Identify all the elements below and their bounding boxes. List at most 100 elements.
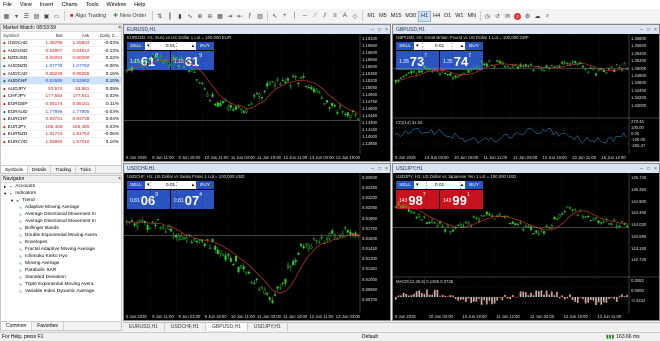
- community-icon[interactable]: ☁: [533, 11, 542, 22]
- timeframe-h4[interactable]: H4: [431, 11, 442, 22]
- col-ask[interactable]: Ask: [64, 32, 92, 40]
- templates-icon[interactable]: ▥: [255, 11, 264, 22]
- close-icon[interactable]: ×: [383, 166, 390, 172]
- minimize-icon[interactable]: –: [369, 166, 376, 172]
- close-icon[interactable]: ×: [652, 166, 659, 172]
- minimize-icon[interactable]: –: [369, 27, 376, 33]
- price-chart[interactable]: [393, 173, 660, 321]
- close-icon[interactable]: ×: [383, 27, 390, 33]
- depth-of-market-icon[interactable]: ⇅: [155, 11, 164, 22]
- chart-window-1[interactable]: GBPUSD,H1– □ × GBPUSD, H1: Great Britain Po…: [392, 24, 660, 162]
- menu-file[interactable]: File: [3, 2, 12, 8]
- navigator-item[interactable]: ∿ Average Directional Movement In: [1, 211, 121, 218]
- menu-tools[interactable]: Tools: [86, 2, 99, 8]
- chart-titlebar[interactable]: USDCHF,H1 – □ ×: [124, 164, 390, 173]
- minimize-icon[interactable]: –: [638, 27, 645, 33]
- tab-details[interactable]: Details: [28, 166, 52, 173]
- chart-titlebar[interactable]: GBPUSD,H1 – □ ×: [393, 25, 659, 34]
- timeframe-m30[interactable]: M30: [403, 11, 418, 22]
- notifications-badge[interactable]: 2: [513, 11, 522, 22]
- table-row[interactable]: ◆ AUDJPY 93.574 93.581 0.09%: [1, 84, 121, 93]
- chart-titlebar[interactable]: USDJPY,H1 – □ ×: [393, 164, 659, 173]
- tab-ticks[interactable]: Ticks: [76, 166, 96, 173]
- timeframe-w1[interactable]: W1: [453, 11, 465, 22]
- indicators-icon[interactable]: ƒ: [245, 11, 254, 22]
- chart-tab-eurusd[interactable]: EURUSD,H1: [123, 323, 165, 331]
- maximize-icon[interactable]: □: [376, 166, 383, 172]
- navigator-item[interactable]: ∿ Ichimoku Kinko Hyo: [1, 253, 121, 260]
- table-row[interactable]: ◆ AUDUSD 0.64907 0.64912 -0.13%: [1, 46, 121, 55]
- col-daily-change[interactable]: Daily C...: [91, 32, 121, 40]
- maximize-icon[interactable]: □: [376, 27, 383, 33]
- menu-view[interactable]: View: [20, 2, 32, 8]
- navigator-icon[interactable]: ▤: [32, 11, 41, 22]
- navigator-item[interactable]: ▸ ▪ Accounts: [1, 183, 121, 190]
- autoscroll-icon[interactable]: ⇥: [225, 11, 234, 22]
- profiles-icon[interactable]: ▾: [12, 11, 21, 22]
- table-row[interactable]: ◆ EURNZD 1.91741 1.91764 -0.06%: [1, 130, 121, 139]
- table-row[interactable]: ◆ EURAUD 1.77896 1.77905 -0.03%: [1, 107, 121, 116]
- maximize-icon[interactable]: □: [645, 27, 652, 33]
- tab-trading[interactable]: Trading: [51, 166, 77, 173]
- trendline-icon[interactable]: ⟋: [310, 11, 319, 22]
- table-row[interactable]: ◆ AUDCHF 0.52686 0.52692 0.10%: [1, 76, 121, 86]
- menu-insert[interactable]: Insert: [40, 2, 54, 8]
- timeframe-mn[interactable]: MN: [465, 11, 478, 22]
- col-symbol[interactable]: Symbol: [1, 32, 38, 40]
- candlestick-icon[interactable]: ▮: [175, 11, 184, 22]
- terminal-icon[interactable]: ▭: [52, 11, 61, 22]
- mailbox-icon[interactable]: ✉: [503, 11, 512, 22]
- chart-window-0[interactable]: EURUSD,H1– □ × EURUSD, H1: Euro vs US Dolla…: [123, 24, 391, 162]
- menu-charts[interactable]: Charts: [61, 2, 77, 8]
- close-icon[interactable]: ×: [118, 176, 121, 182]
- market-watch-icon[interactable]: ☰: [22, 11, 31, 22]
- navigator-item[interactable]: ∿ Standard Deviation: [1, 274, 121, 281]
- navigator-item[interactable]: ∿ Bollinger Bands: [1, 225, 121, 232]
- vertical-line-icon[interactable]: │: [290, 11, 299, 22]
- tile-windows-icon[interactable]: ▦: [215, 11, 224, 22]
- table-row[interactable]: ◆ EURGBP 0.85174 0.85181 0.11%: [1, 99, 121, 108]
- close-icon[interactable]: ×: [652, 27, 659, 33]
- table-row[interactable]: ◆ EURCHF 0.93731 0.93738 0.04%: [1, 114, 121, 124]
- new-order-button[interactable]: ✚ New Order: [110, 11, 149, 22]
- data-window-icon[interactable]: ▣: [42, 11, 51, 22]
- collapse-icon[interactable]: ▾: [11, 198, 13, 204]
- menu-window[interactable]: Window: [107, 2, 127, 8]
- cursor-icon[interactable]: ↖: [270, 11, 279, 22]
- chart-tab-usdchf[interactable]: USDCHF,H1: [165, 323, 206, 331]
- tab-favorites[interactable]: Favorites: [32, 322, 64, 330]
- price-chart[interactable]: [393, 34, 660, 162]
- bar-chart-icon[interactable]: ┃: [165, 11, 174, 22]
- navigator-item[interactable]: ∿ Average Directional Movement In: [1, 218, 121, 225]
- fibonacci-icon[interactable]: ≡: [330, 11, 339, 22]
- crosshair-icon[interactable]: +: [280, 11, 289, 22]
- timeframe-h1[interactable]: H1: [418, 10, 432, 22]
- equidistant-channel-icon[interactable]: ⫽: [320, 11, 329, 22]
- collapse-icon[interactable]: ▾: [4, 191, 6, 197]
- table-row[interactable]: ◆ AUDNZD 1.07778 1.07792 -0.00%: [1, 61, 121, 70]
- expand-icon[interactable]: ▸: [4, 184, 6, 190]
- tab-symbols[interactable]: Symbols: [1, 166, 28, 173]
- navigator-item[interactable]: ∿ Variable Index Dynamic Average: [1, 288, 121, 295]
- history-icon[interactable]: ↺: [493, 11, 502, 22]
- algo-trading-button[interactable]: ■ Algo Trading: [67, 11, 109, 22]
- navigator-item[interactable]: ∿ Triple Exponential Moving Avera: [1, 281, 121, 288]
- maximize-icon[interactable]: □: [645, 166, 652, 172]
- table-row[interactable]: ◆ EURCAD 1.56994 1.57010 0.10%: [1, 137, 121, 146]
- timeframe-m5[interactable]: M5: [377, 11, 389, 22]
- search-icon[interactable]: ⌕: [543, 11, 552, 22]
- zoom-out-icon[interactable]: ⊖: [205, 11, 214, 22]
- chart-tab-gbpusd[interactable]: GBPUSD,H1: [205, 323, 248, 331]
- navigator-item[interactable]: ∿ Envelopes: [1, 239, 121, 246]
- navigator-item[interactable]: ∿ Double Exponential Moving Avera: [1, 232, 121, 239]
- price-chart[interactable]: [124, 173, 391, 321]
- menu-help[interactable]: Help: [134, 2, 145, 8]
- col-bid[interactable]: Bid: [37, 32, 65, 40]
- navigator-item[interactable]: ∿ Fractal Adaptive Moving Average: [1, 246, 121, 253]
- tab-common[interactable]: Common: [1, 322, 33, 330]
- table-row[interactable]: ◆ EURJPY 166.469 166.480 0.03%: [1, 122, 121, 131]
- horizontal-line-icon[interactable]: ─: [300, 11, 309, 22]
- navigator-item[interactable]: ▾ ▪ Indicators: [1, 190, 121, 197]
- navigator-item[interactable]: ∿ Parabolic SAR: [1, 267, 121, 274]
- timeframe-d1[interactable]: D1: [442, 11, 453, 22]
